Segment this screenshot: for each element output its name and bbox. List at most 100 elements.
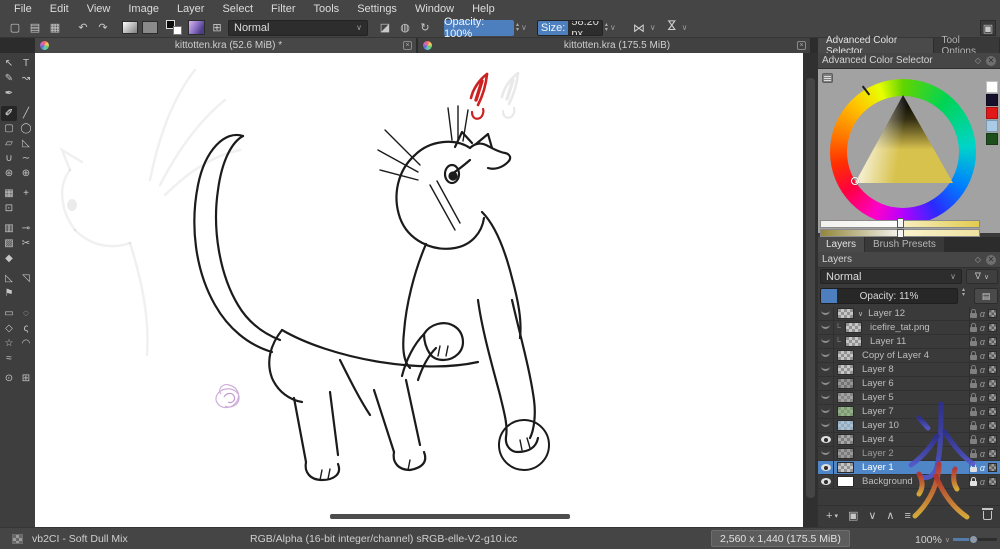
layer-row[interactable]: Layer 8 α bbox=[818, 363, 1000, 377]
shade-strip-handle[interactable] bbox=[897, 218, 904, 239]
menu-view[interactable]: View bbox=[79, 1, 119, 17]
tool-dynamic-brush[interactable]: ⊛ bbox=[1, 166, 17, 181]
brush-preset-icon[interactable] bbox=[12, 534, 23, 544]
tab-brush-presets[interactable]: Brush Presets bbox=[865, 237, 944, 252]
tool-freehand-select[interactable]: ς bbox=[18, 321, 34, 336]
move-layer-down-button[interactable]: ∨ bbox=[868, 509, 876, 522]
chevron-down-icon[interactable]: ∨ bbox=[610, 23, 616, 32]
tool-smart-patch[interactable]: ✂ bbox=[18, 236, 34, 251]
alpha-lock-icon[interactable]: α bbox=[980, 337, 985, 347]
layer-properties-button[interactable]: ≡ bbox=[904, 510, 910, 522]
visibility-toggle[interactable] bbox=[818, 307, 834, 320]
pattern-chooser[interactable] bbox=[142, 21, 158, 34]
inherit-alpha-icon[interactable] bbox=[988, 435, 997, 444]
open-document-icon[interactable]: ▤ bbox=[26, 20, 44, 36]
tool-freehand-brush[interactable]: ✐ bbox=[1, 106, 17, 121]
tool-polyline[interactable]: ◺ bbox=[18, 136, 34, 151]
color-swatch[interactable] bbox=[986, 94, 998, 106]
alpha-lock-icon[interactable]: α bbox=[980, 365, 985, 375]
menu-layer[interactable]: Layer bbox=[169, 1, 213, 17]
tool-select-shapes[interactable]: ↖ bbox=[1, 56, 17, 71]
tool-rectangle[interactable]: ▢ bbox=[1, 121, 17, 136]
lock-icon[interactable] bbox=[970, 397, 977, 402]
color-swatch[interactable] bbox=[986, 120, 998, 132]
layer-row[interactable]: Layer 10 α bbox=[818, 419, 1000, 433]
current-brush-preset[interactable]: vb2CI - Soft Dull Mix bbox=[32, 533, 128, 545]
tool-gradient[interactable]: ▥ bbox=[1, 221, 17, 236]
menu-settings[interactable]: Settings bbox=[349, 1, 405, 17]
alpha-lock-icon[interactable]: α bbox=[980, 421, 985, 431]
tool-measure[interactable]: ◹ bbox=[18, 271, 34, 286]
save-document-icon[interactable]: ▦ bbox=[46, 20, 64, 36]
scrollbar-thumb[interactable] bbox=[806, 78, 815, 498]
tool-text[interactable]: T bbox=[18, 56, 34, 71]
gradient-chooser[interactable] bbox=[122, 21, 138, 34]
chevron-down-icon[interactable]: ∨ bbox=[682, 23, 688, 32]
color-swatch[interactable] bbox=[986, 133, 998, 145]
tool-ellipse-select[interactable]: ◌ bbox=[18, 306, 34, 321]
selector-settings-icon[interactable] bbox=[822, 73, 833, 83]
tool-pattern-edit[interactable]: ▨ bbox=[1, 236, 17, 251]
visibility-toggle[interactable] bbox=[818, 461, 834, 474]
tool-bezier-select[interactable]: ◠ bbox=[18, 336, 34, 351]
lock-icon[interactable] bbox=[970, 313, 977, 318]
alpha-lock-icon[interactable]: α bbox=[980, 323, 985, 333]
inherit-alpha-icon[interactable] bbox=[988, 449, 997, 458]
menu-filter[interactable]: Filter bbox=[263, 1, 303, 17]
duplicate-layer-button[interactable]: ▣ bbox=[848, 509, 858, 522]
slider-thumb[interactable] bbox=[969, 535, 978, 544]
visibility-toggle[interactable] bbox=[818, 321, 834, 334]
document-tab-2[interactable]: kittotten.kra (175.5 MiB) × bbox=[418, 38, 810, 53]
tool-zoom[interactable]: ⊙ bbox=[1, 371, 17, 386]
layer-row[interactable]: └ icefire_tat.png α bbox=[818, 321, 1000, 335]
zoom-slider[interactable] bbox=[953, 538, 997, 541]
inherit-alpha-icon[interactable] bbox=[988, 463, 997, 472]
inherit-alpha-icon[interactable] bbox=[988, 323, 997, 332]
lock-icon[interactable] bbox=[970, 411, 977, 416]
layer-row[interactable]: Layer 5 α bbox=[818, 391, 1000, 405]
tool-color-sampler[interactable]: ⊸ bbox=[18, 221, 34, 236]
color-marker[interactable] bbox=[851, 177, 859, 185]
menu-file[interactable]: File bbox=[6, 1, 40, 17]
mirror-vertical-icon[interactable]: ⋈ bbox=[663, 19, 679, 37]
lock-icon[interactable] bbox=[970, 467, 977, 472]
float-docker-icon[interactable]: ◇ bbox=[975, 56, 981, 65]
alpha-lock-icon[interactable]: α bbox=[980, 351, 985, 361]
visibility-toggle[interactable] bbox=[818, 419, 834, 432]
tool-line[interactable]: ╱ bbox=[18, 106, 34, 121]
visibility-toggle[interactable] bbox=[818, 433, 834, 446]
canvas[interactable] bbox=[35, 53, 803, 527]
brush-size-slider[interactable]: Size: 58.20 px bbox=[537, 20, 603, 36]
tool-similar-select[interactable]: ☆ bbox=[1, 336, 17, 351]
redo-icon[interactable]: ↷ bbox=[94, 20, 112, 36]
visibility-toggle[interactable] bbox=[818, 377, 834, 390]
visibility-toggle[interactable] bbox=[818, 335, 834, 348]
layer-filter-button[interactable]: ∇ ∨ bbox=[966, 269, 998, 284]
layer-row[interactable]: Layer 4 α bbox=[818, 433, 1000, 447]
lock-icon[interactable] bbox=[970, 355, 977, 360]
close-icon[interactable]: × bbox=[797, 41, 806, 50]
tool-edit-shapes[interactable]: ✎ bbox=[1, 71, 17, 86]
alpha-lock-icon[interactable]: α bbox=[980, 477, 985, 487]
inherit-alpha-icon[interactable] bbox=[988, 351, 997, 360]
size-spinner[interactable]: ▴▾ bbox=[605, 23, 608, 33]
layer-row[interactable]: Layer 2 α bbox=[818, 447, 1000, 461]
reload-preset-icon[interactable]: ↻ bbox=[416, 20, 434, 36]
lock-icon[interactable] bbox=[970, 453, 977, 458]
tool-ellipse[interactable]: ◯ bbox=[18, 121, 34, 136]
tool-multibrush[interactable]: ⊕ bbox=[18, 166, 34, 181]
layer-view-options-button[interactable]: ▤ bbox=[974, 288, 998, 304]
lock-icon[interactable] bbox=[970, 341, 977, 346]
layer-row[interactable]: Copy of Layer 4 α bbox=[818, 349, 1000, 363]
color-swatch[interactable] bbox=[986, 81, 998, 93]
float-docker-icon[interactable]: ◇ bbox=[975, 255, 981, 264]
menu-edit[interactable]: Edit bbox=[42, 1, 77, 17]
tool-polygon-select[interactable]: ◇ bbox=[1, 321, 17, 336]
tool-calligraphy[interactable]: ↝ bbox=[18, 71, 34, 86]
visibility-toggle[interactable] bbox=[818, 391, 834, 404]
menu-select[interactable]: Select bbox=[214, 1, 261, 17]
inherit-alpha-icon[interactable] bbox=[988, 477, 997, 486]
zoom-level[interactable]: 100% bbox=[915, 534, 942, 546]
visibility-toggle[interactable] bbox=[818, 363, 834, 376]
layer-row[interactable]: Background α bbox=[818, 475, 1000, 489]
